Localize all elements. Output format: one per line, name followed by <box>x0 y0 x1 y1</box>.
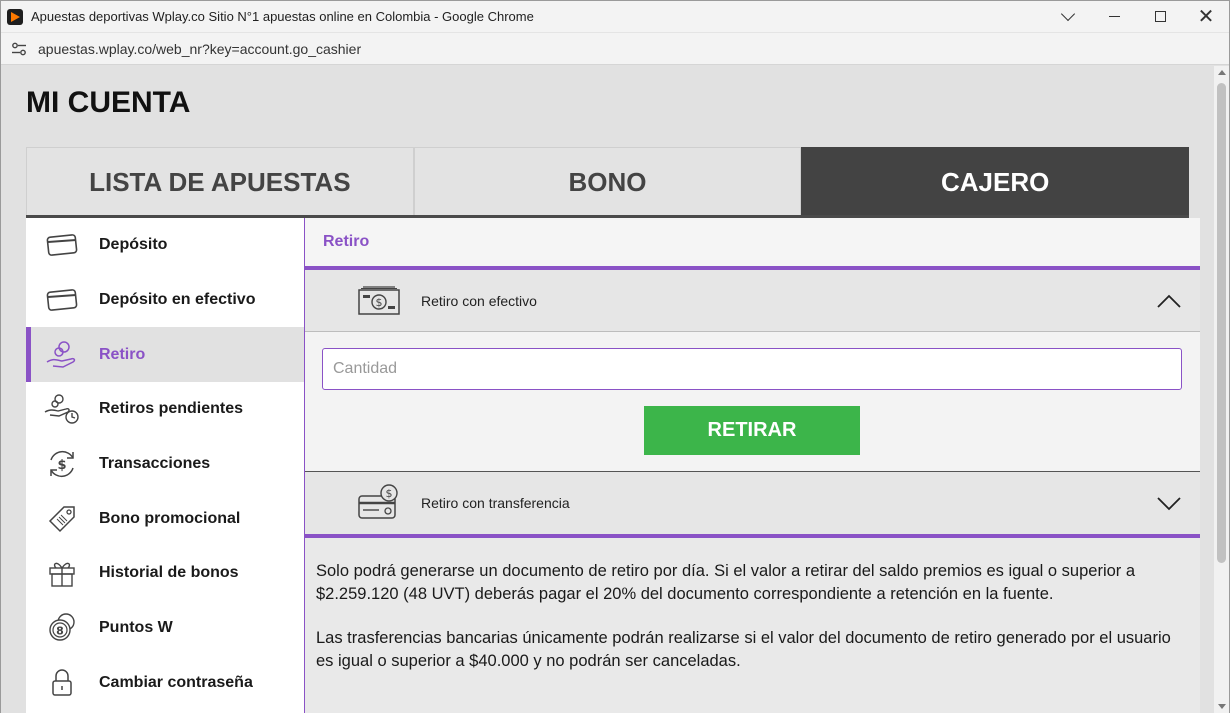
scroll-down-arrow-icon[interactable] <box>1218 704 1226 709</box>
refresh-dollar-icon: $ <box>44 448 80 480</box>
transfer-withdraw-header[interactable]: $ Retiro con transferencia <box>305 472 1200 538</box>
cash-withdraw-header[interactable]: $ Retiro con efectivo <box>305 270 1200 332</box>
info-paragraph: Solo podrá generarse un documento de ret… <box>316 562 1136 603</box>
account-tabs: LISTA DE APUESTAS BONO CAJERO <box>26 147 1190 217</box>
sidebar-item-label: Bono promocional <box>99 509 241 527</box>
scroll-thumb[interactable] <box>1217 83 1226 563</box>
chevron-down-icon <box>1060 6 1076 22</box>
sidebar-item-label: Puntos W <box>99 619 173 637</box>
sidebar-item-label: Retiros pendientes <box>99 400 244 418</box>
section-title: Retiro <box>305 218 1200 270</box>
cash-withdraw-label: Retiro con efectivo <box>421 292 537 309</box>
card-dollar-icon: $ <box>357 484 401 520</box>
sidebar-item-label: Depósito <box>99 236 168 254</box>
sidebar-item-bonus-history[interactable]: Historial de bonos <box>26 546 304 601</box>
hand-coins-icon <box>44 339 80 371</box>
address-bar: apuestas.wplay.co/web_nr?key=account.go_… <box>1 33 1229 65</box>
cashier-sidebar: Depósito Depósito en efectivo Retiro Ret… <box>26 218 305 713</box>
sidebar-item-label: Historial de bonos <box>99 564 239 582</box>
title-bar: Apuestas deportivas Wplay.co Sitio N°1 a… <box>1 1 1229 33</box>
hand-clock-icon <box>44 393 80 425</box>
sidebar-item-deposit[interactable]: Depósito <box>26 218 304 273</box>
tab-bet-list[interactable]: LISTA DE APUESTAS <box>26 147 414 217</box>
sidebar-item-cash-deposit[interactable]: Depósito en efectivo <box>26 273 304 328</box>
sidebar-item-label: Retiro <box>99 345 146 363</box>
transfer-withdraw-label: Retiro con transferencia <box>421 495 570 511</box>
sidebar-item-label: Depósito en efectivo <box>99 291 256 309</box>
sidebar-item-promo-bonus[interactable]: Bono promocional <box>26 491 304 546</box>
svg-text:$: $ <box>386 487 393 500</box>
amount-input[interactable] <box>322 348 1182 390</box>
sidebar-item-w-points[interactable]: 8 Puntos W <box>26 601 304 656</box>
cash-withdraw-body: RETIRAR <box>305 332 1200 472</box>
svg-text:8: 8 <box>56 625 64 638</box>
maximize-icon <box>1154 11 1166 22</box>
svg-text:$: $ <box>57 458 66 473</box>
page-content: MI CUENTA LISTA DE APUESTAS BONO CAJERO … <box>1 66 1215 713</box>
sidebar-item-change-password[interactable]: Cambiar contraseña <box>26 656 304 711</box>
tag-icon <box>44 503 80 535</box>
sidebar-item-withdraw[interactable]: Retiro <box>26 327 304 383</box>
page-title: MI CUENTA <box>26 86 191 119</box>
scroll-up-arrow-icon[interactable] <box>1218 70 1226 75</box>
info-paragraph: Las trasferencias bancarias únicamente p… <box>316 629 1171 670</box>
sidebar-item-transactions[interactable]: $ Transacciones <box>26 437 304 492</box>
withdraw-info: Solo podrá generarse un documento de ret… <box>305 538 1200 713</box>
minimize-icon <box>1108 15 1120 18</box>
gift-icon <box>44 557 80 589</box>
tab-cashier[interactable]: CAJERO <box>801 147 1190 217</box>
card-icon <box>44 284 80 316</box>
sidebar-item-label: Cambiar contraseña <box>99 673 253 691</box>
close-icon: ✕ <box>1197 5 1215 28</box>
cashier-panel: Depósito Depósito en efectivo Retiro Ret… <box>26 218 1200 713</box>
site-settings-icon[interactable] <box>10 40 28 58</box>
tab-search-button[interactable] <box>1045 1 1091 33</box>
svg-text:$: $ <box>376 296 383 309</box>
coins-icon: 8 <box>44 612 80 644</box>
withdraw-section: Retiro $ Retiro con efectivo RETIRAR $ R… <box>305 218 1200 713</box>
page-scrollbar[interactable] <box>1214 66 1229 713</box>
sidebar-item-pending-withdrawals[interactable]: Retiros pendientes <box>26 382 304 437</box>
wplay-app-icon <box>7 8 23 25</box>
card-icon <box>44 229 80 261</box>
withdraw-button[interactable]: RETIRAR <box>644 406 860 455</box>
lock-icon <box>44 667 80 699</box>
chevron-down-icon[interactable] <box>1156 490 1182 516</box>
close-button[interactable]: ✕ <box>1183 1 1229 33</box>
cash-icon: $ <box>357 284 401 318</box>
minimize-button[interactable] <box>1091 1 1137 33</box>
browser-window: Apuestas deportivas Wplay.co Sitio N°1 a… <box>0 0 1230 713</box>
window-title: Apuestas deportivas Wplay.co Sitio N°1 a… <box>31 9 534 24</box>
url-text[interactable]: apuestas.wplay.co/web_nr?key=account.go_… <box>38 41 361 57</box>
tab-bonus[interactable]: BONO <box>413 147 802 217</box>
chevron-up-icon[interactable] <box>1156 288 1182 314</box>
sidebar-item-label: Transacciones <box>99 455 211 473</box>
maximize-button[interactable] <box>1137 1 1183 33</box>
